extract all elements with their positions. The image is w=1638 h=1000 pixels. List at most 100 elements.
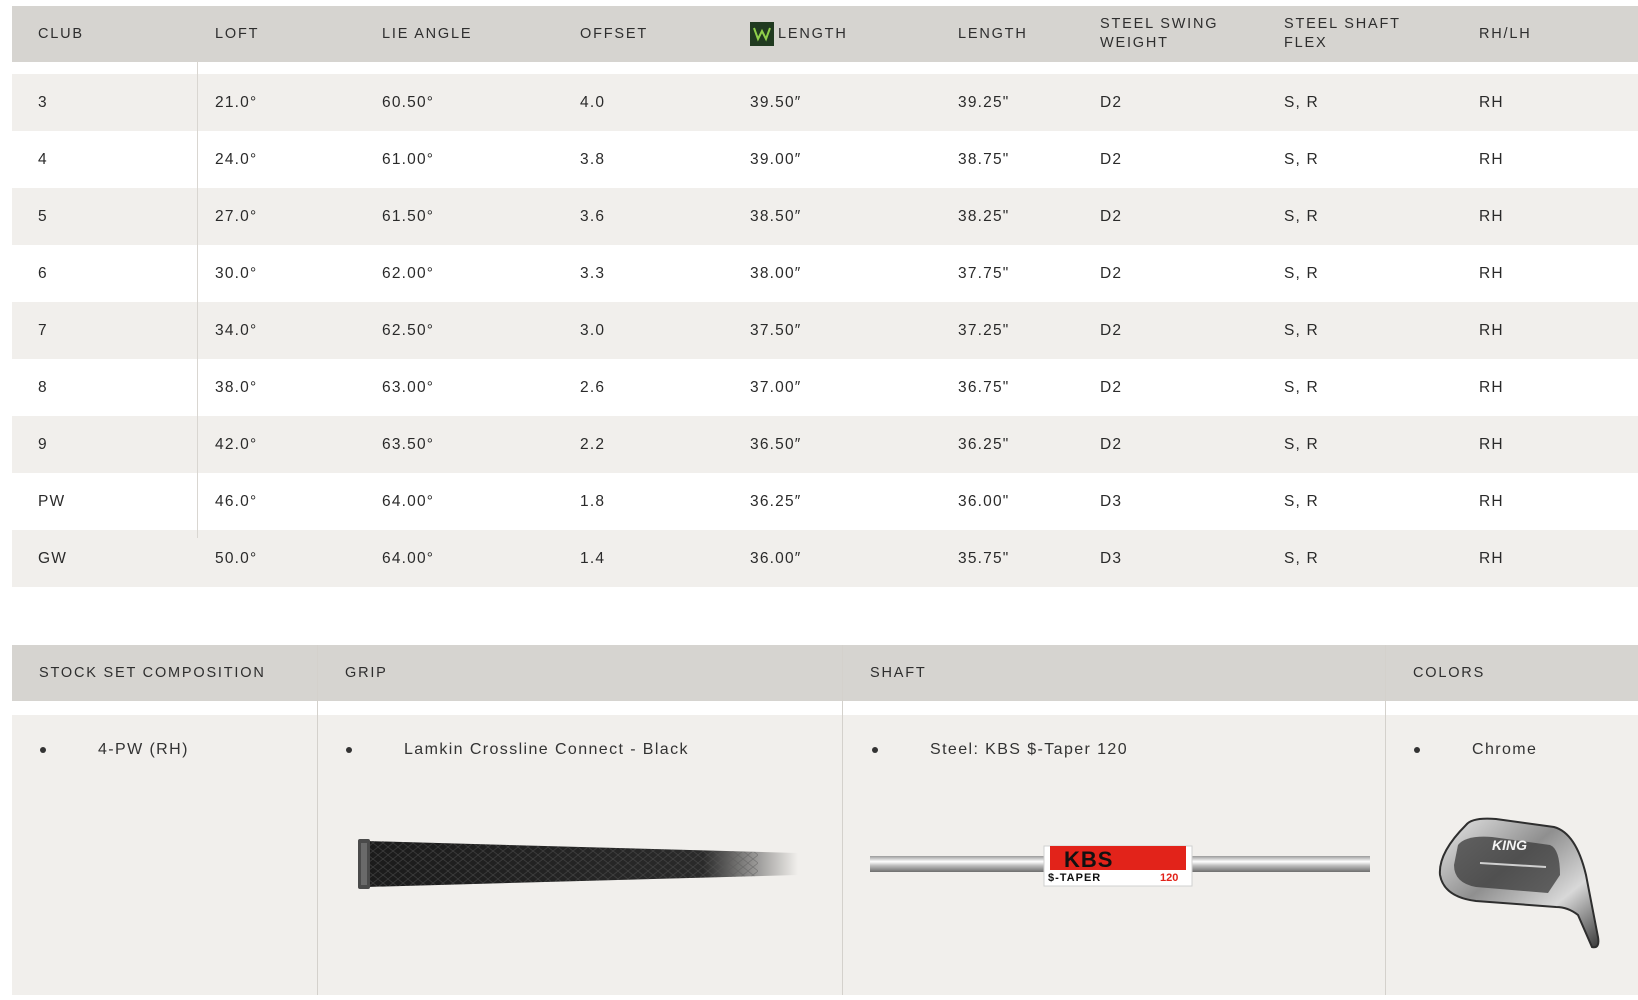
- cell-swing-weight: D2: [1100, 150, 1123, 168]
- header-shaft: SHAFT: [870, 664, 927, 681]
- cell-length: 35.75": [958, 549, 1010, 567]
- cell-offset: 1.8: [580, 492, 606, 510]
- cell-length: 36.25": [958, 435, 1010, 453]
- cell-swing-weight: D2: [1100, 378, 1123, 396]
- cell-shaft-flex: S, R: [1284, 549, 1319, 567]
- cell-length: 38.25": [958, 207, 1010, 225]
- header-w-length-label: LENGTH: [778, 25, 848, 42]
- table-row: GW 50.0° 64.00° 1.4 36.00″ 35.75" D3 S, R RH: [12, 530, 1638, 587]
- cell-shaft-flex: S, R: [1284, 93, 1319, 111]
- stock-set-item: 4-PW (RH): [40, 741, 189, 759]
- header-gap: [12, 62, 1638, 74]
- specs-table: CLUB LOFT LIE ANGLE OFFSET LENGTH LENGTH…: [12, 6, 1638, 587]
- cell-lie-angle: 61.00°: [382, 150, 435, 168]
- cell-loft: 46.0°: [215, 492, 258, 510]
- table-row: 6 30.0° 62.00° 3.3 38.00″ 37.75" D2 S, R RH: [12, 245, 1638, 302]
- cell-lie-angle: 60.50°: [382, 93, 435, 111]
- cell-club: PW: [38, 492, 66, 510]
- cell-shaft-flex: S, R: [1284, 150, 1319, 168]
- bullet-icon: [40, 747, 46, 753]
- table-row: 8 38.0° 63.00° 2.6 37.00″ 36.75" D2 S, R RH: [12, 359, 1638, 416]
- divider: [1385, 645, 1386, 995]
- cell-rh-lh: RH: [1479, 549, 1504, 567]
- cell-shaft-flex: S, R: [1284, 207, 1319, 225]
- cell-w-length: 37.50″: [750, 321, 802, 339]
- table-row: 5 27.0° 61.50° 3.6 38.50″ 38.25" D2 S, R RH: [12, 188, 1638, 245]
- cell-rh-lh: RH: [1479, 492, 1504, 510]
- cell-lie-angle: 62.50°: [382, 321, 435, 339]
- cell-club: 9: [38, 435, 48, 453]
- cell-club: GW: [38, 549, 68, 567]
- header-shaft-flex: STEEL SHAFT FLEX: [1284, 16, 1401, 51]
- cell-offset: 1.4: [580, 549, 606, 567]
- cell-loft: 30.0°: [215, 264, 258, 282]
- cell-offset: 4.0: [580, 93, 606, 111]
- divider: [842, 645, 843, 995]
- colors-value: Chrome: [1472, 741, 1538, 758]
- cell-loft: 24.0°: [215, 150, 258, 168]
- cell-shaft-flex: S, R: [1284, 321, 1319, 339]
- cell-swing-weight: D2: [1100, 207, 1123, 225]
- cell-length: 36.75": [958, 378, 1010, 396]
- cell-rh-lh: RH: [1479, 93, 1504, 111]
- cell-lie-angle: 61.50°: [382, 207, 435, 225]
- components-table: STOCK SET COMPOSITION GRIP SHAFT COLORS …: [12, 645, 1638, 995]
- bullet-icon: [872, 747, 878, 753]
- cell-w-length: 36.50″: [750, 435, 802, 453]
- cell-rh-lh: RH: [1479, 321, 1504, 339]
- cell-swing-weight: D2: [1100, 264, 1123, 282]
- cell-rh-lh: RH: [1479, 207, 1504, 225]
- cell-loft: 50.0°: [215, 549, 258, 567]
- cell-w-length: 38.50″: [750, 207, 802, 225]
- cell-rh-lh: RH: [1479, 378, 1504, 396]
- cell-offset: 3.6: [580, 207, 606, 225]
- table-row: PW 46.0° 64.00° 1.8 36.25″ 36.00" D3 S, R RH: [12, 473, 1638, 530]
- cell-rh-lh: RH: [1479, 150, 1504, 168]
- cell-loft: 27.0°: [215, 207, 258, 225]
- specs-table-header: CLUB LOFT LIE ANGLE OFFSET LENGTH LENGTH…: [12, 6, 1638, 62]
- cell-loft: 38.0°: [215, 378, 258, 396]
- cell-length: 36.00": [958, 492, 1010, 510]
- table-row: 9 42.0° 63.50° 2.2 36.50″ 36.25" D2 S, R RH: [12, 416, 1638, 473]
- cell-club: 6: [38, 264, 48, 282]
- cell-swing-weight: D2: [1100, 93, 1123, 111]
- cell-club: 4: [38, 150, 48, 168]
- cell-club: 8: [38, 378, 48, 396]
- header-colors: COLORS: [1413, 664, 1486, 681]
- kbs-model-text: $-TAPER: [1048, 872, 1102, 884]
- cell-shaft-flex: S, R: [1284, 264, 1319, 282]
- stock-set-value: 4-PW (RH): [98, 741, 189, 758]
- cell-shaft-flex: S, R: [1284, 378, 1319, 396]
- header-length: LENGTH: [958, 25, 1028, 42]
- cell-loft: 21.0°: [215, 93, 258, 111]
- cell-club: 5: [38, 207, 48, 225]
- header-lie-angle: LIE ANGLE: [382, 25, 473, 42]
- cell-w-length: 36.00″: [750, 549, 802, 567]
- club-column-divider: [197, 62, 198, 538]
- table-row: 3 21.0° 60.50° 4.0 39.50″ 39.25" D2 S, R RH: [12, 74, 1638, 131]
- header-offset: OFFSET: [580, 25, 648, 42]
- header-grip: GRIP: [345, 664, 388, 681]
- cell-rh-lh: RH: [1479, 435, 1504, 453]
- cell-w-length: 38.00″: [750, 264, 802, 282]
- grip-item: Lamkin Crossline Connect - Black: [346, 741, 689, 759]
- cell-swing-weight: D3: [1100, 549, 1123, 567]
- cell-offset: 3.8: [580, 150, 606, 168]
- cell-shaft-flex: S, R: [1284, 492, 1319, 510]
- w-logo-icon: [750, 22, 774, 46]
- cell-shaft-flex: S, R: [1284, 435, 1319, 453]
- table-row: 4 24.0° 61.00° 3.8 39.00″ 38.75" D2 S, R RH: [12, 131, 1638, 188]
- cell-length: 38.75": [958, 150, 1010, 168]
- header-swing-weight: STEEL SWING WEIGHT: [1100, 16, 1219, 51]
- kbs-logo-text: KBS: [1064, 847, 1114, 872]
- cell-w-length: 36.25″: [750, 492, 802, 510]
- cell-w-length: 37.00″: [750, 378, 802, 396]
- cell-loft: 34.0°: [215, 321, 258, 339]
- cell-offset: 2.2: [580, 435, 606, 453]
- cell-swing-weight: D2: [1100, 435, 1123, 453]
- cell-offset: 2.6: [580, 378, 606, 396]
- cell-w-length: 39.50″: [750, 93, 802, 111]
- cell-length: 39.25": [958, 93, 1010, 111]
- header-w-length: LENGTH: [750, 6, 848, 62]
- divider: [317, 645, 318, 995]
